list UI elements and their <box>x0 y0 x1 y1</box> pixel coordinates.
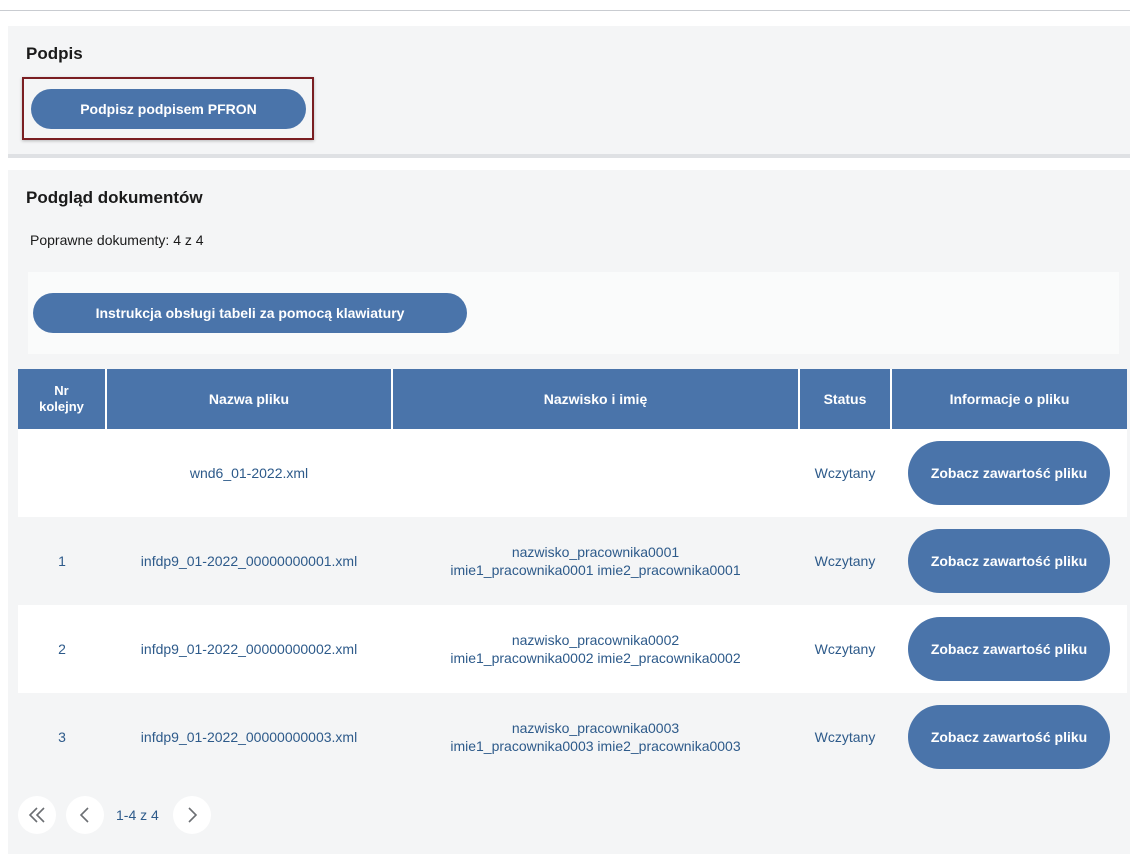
first-page-button[interactable] <box>18 796 56 834</box>
surname: nazwisko_pracownika0003 <box>511 720 680 736</box>
next-page-button[interactable] <box>172 796 211 834</box>
table-row: 3 infdp9_01-2022_00000000003.xml nazwisk… <box>18 693 1127 781</box>
top-divider <box>0 10 1130 11</box>
chevron-right-icon <box>188 807 197 823</box>
keyboard-instructions-button[interactable]: Instrukcja obsługi tabeli za pomocą klaw… <box>33 293 467 333</box>
person-name: nazwisko_pracownika0002 imie1_pracownika… <box>392 605 799 693</box>
file-name: wnd6_01-2022.xml <box>106 429 392 517</box>
row-number: 1 <box>18 517 106 605</box>
info-cell: Zobacz zawartość pliku <box>891 429 1127 517</box>
view-file-button[interactable]: Zobacz zawartość pliku <box>908 529 1110 593</box>
first-names: imie1_pracownika0001 imie2_pracownika000… <box>450 562 741 578</box>
first-names: imie1_pracownika0002 imie2_pracownika000… <box>450 650 741 666</box>
row-number <box>18 429 106 517</box>
table-header-row: Nr kolejny Nazwa pliku Nazwisko i imię S… <box>18 369 1127 429</box>
status: Wczytany <box>799 429 891 517</box>
column-header-file[interactable]: Nazwa pliku <box>106 369 393 429</box>
info-cell: Zobacz zawartość pliku <box>891 605 1127 693</box>
surname: nazwisko_pracownika0001 <box>511 544 680 560</box>
valid-documents-count: Poprawne dokumenty: 4 z 4 <box>30 232 204 248</box>
person-name: nazwisko_pracownika0001 imie1_pracownika… <box>392 517 799 605</box>
view-file-button[interactable]: Zobacz zawartość pliku <box>908 441 1110 505</box>
status: Wczytany <box>799 605 891 693</box>
status: Wczytany <box>799 693 891 781</box>
person-name: nazwisko_pracownika0003 imie1_pracownika… <box>392 693 799 781</box>
sign-pfron-button[interactable]: Podpisz podpisem PFRON <box>31 89 306 129</box>
table-row: wnd6_01-2022.xml Wczytany Zobacz zawarto… <box>18 429 1127 517</box>
column-header-nr[interactable]: Nr kolejny <box>18 369 107 429</box>
column-header-name[interactable]: Nazwisko i imię <box>392 369 800 429</box>
file-name: infdp9_01-2022_00000000003.xml <box>106 693 392 781</box>
info-cell: Zobacz zawartość pliku <box>891 517 1127 605</box>
info-cell: Zobacz zawartość pliku <box>891 693 1127 781</box>
documents-title: Podgląd dokumentów <box>26 188 203 207</box>
file-name: infdp9_01-2022_00000000002.xml <box>106 605 392 693</box>
table-row: 1 infdp9_01-2022_00000000001.xml nazwisk… <box>18 517 1127 605</box>
first-names: imie1_pracownika0003 imie2_pracownika000… <box>450 738 741 754</box>
surname: nazwisko_pracownika0002 <box>511 632 680 648</box>
previous-page-button[interactable] <box>66 796 104 834</box>
column-header-status[interactable]: Status <box>799 369 892 429</box>
column-header-info[interactable]: Informacje o pliku <box>891 369 1127 429</box>
pagination: 1-4 z 4 <box>18 795 221 835</box>
row-number: 3 <box>18 693 106 781</box>
table-row: 2 infdp9_01-2022_00000000002.xml nazwisk… <box>18 605 1127 693</box>
double-chevron-left-icon <box>28 807 45 823</box>
signature-panel-divider <box>8 154 1130 158</box>
person-name <box>392 429 799 517</box>
chevron-left-icon <box>79 807 89 823</box>
view-file-button[interactable]: Zobacz zawartość pliku <box>908 617 1110 681</box>
view-file-button[interactable]: Zobacz zawartość pliku <box>908 705 1110 769</box>
page-range: 1-4 z 4 <box>116 807 159 823</box>
row-number: 2 <box>18 605 106 693</box>
signature-title: Podpis <box>26 44 83 63</box>
status: Wczytany <box>799 517 891 605</box>
documents-table: Nr kolejny Nazwa pliku Nazwisko i imię S… <box>18 369 1127 781</box>
column-header-label: Nr kolejny <box>39 383 84 414</box>
file-name: infdp9_01-2022_00000000001.xml <box>106 517 392 605</box>
